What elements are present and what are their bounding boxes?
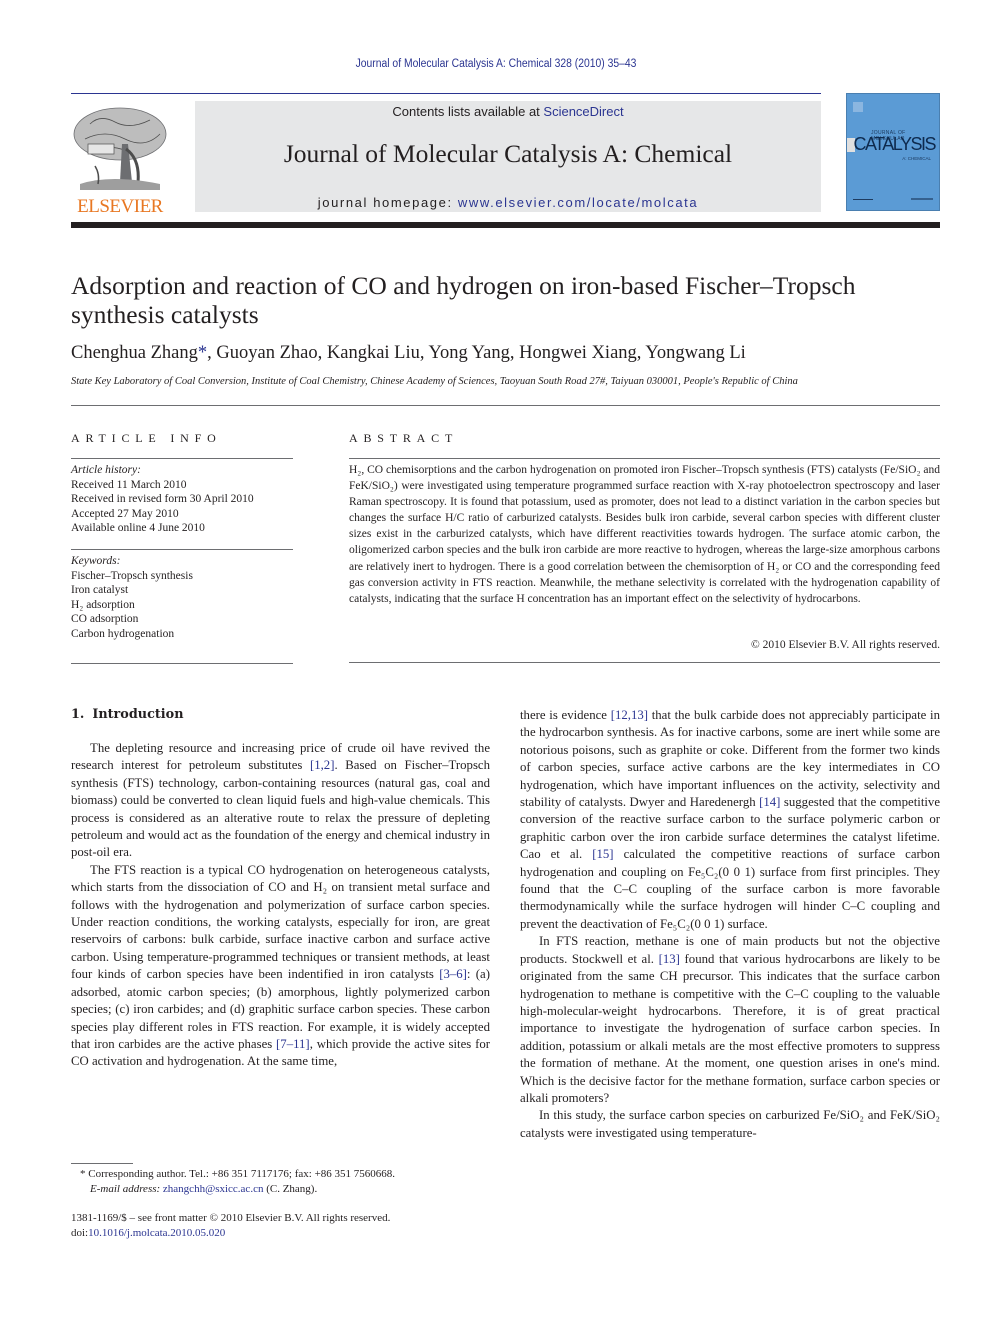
author-name[interactable]: Hongwei Xiang bbox=[519, 343, 637, 363]
divider bbox=[71, 458, 293, 459]
cover-subtitle: A: CHEMICAL bbox=[902, 156, 931, 161]
divider bbox=[71, 663, 293, 664]
author-name[interactable]: Yongwang Li bbox=[645, 343, 745, 363]
author-name[interactable]: Kangkai Liu bbox=[327, 343, 420, 363]
divider bbox=[349, 662, 940, 663]
abstract-copyright: © 2010 Elsevier B.V. All rights reserved… bbox=[751, 639, 940, 651]
body-paragraph: there is evidence [12,13] that the bulk … bbox=[520, 708, 941, 931]
author-name[interactable]: Guoyan Zhao bbox=[216, 343, 317, 363]
contents-prefix: Contents lists available at bbox=[392, 104, 544, 119]
keyword: Iron catalyst bbox=[71, 584, 129, 596]
contents-line: Contents lists available at ScienceDirec… bbox=[195, 104, 821, 119]
body-paragraph: In FTS reaction, methane is one of main … bbox=[520, 934, 941, 1105]
footnote-rule bbox=[71, 1163, 133, 1164]
section-heading-introduction: 1. Introduction bbox=[71, 707, 184, 722]
journal-cover-thumbnail[interactable]: JOURNAL OF MOLECULAR CATALYSIS A: CHEMIC… bbox=[846, 93, 940, 211]
footnote-mark: * bbox=[80, 1168, 86, 1180]
divider bbox=[71, 405, 940, 406]
article-info-heading: ARTICLE INFO bbox=[71, 431, 222, 445]
abstract-text: H₂, CO chemisorptions and the carbon hyd… bbox=[349, 464, 940, 605]
history-item: Received 11 March 2010 bbox=[71, 478, 187, 491]
email-suffix: (C. Zhang). bbox=[263, 1183, 318, 1195]
issn-line: 1381-1169/$ – see front matter © 2010 El… bbox=[71, 1212, 391, 1224]
section-title: Introduction bbox=[92, 707, 184, 722]
history-item: Accepted 27 May 2010 bbox=[71, 507, 179, 520]
cover-logo-icon bbox=[853, 102, 863, 112]
divider bbox=[349, 458, 940, 459]
header-rule bbox=[71, 93, 821, 94]
email-label: E-mail address: bbox=[90, 1183, 161, 1195]
corresponding-author-footnote: * Corresponding author. Tel.: +86 351 71… bbox=[80, 1167, 500, 1197]
sciencedirect-link[interactable]: ScienceDirect bbox=[543, 104, 623, 119]
abstract-heading: ABSTRACT bbox=[349, 431, 459, 445]
footnote-line: * Corresponding author. Tel.: +86 351 71… bbox=[80, 1167, 500, 1182]
body-paragraph: In this study, the surface carbon specie… bbox=[520, 1108, 940, 1140]
author-name[interactable]: Yong Yang bbox=[428, 343, 509, 363]
journal-name: Journal of Molecular Catalysis A: Chemic… bbox=[283, 139, 733, 168]
author-name[interactable]: Chenghua Zhang bbox=[71, 343, 198, 363]
affiliation: State Key Laboratory of Coal Conversion,… bbox=[71, 376, 798, 387]
keyword: CO adsorption bbox=[71, 613, 139, 625]
front-matter: 1381-1169/$ – see front matter © 2010 El… bbox=[71, 1211, 491, 1241]
body-column-left: The depleting resource and increasing pr… bbox=[71, 740, 490, 1071]
elsevier-wordmark: ELSEVIER bbox=[77, 196, 163, 217]
body-column-right: there is evidence [12,13] that the bulk … bbox=[520, 707, 940, 1142]
homepage-line: journal homepage: www.elsevier.com/locat… bbox=[195, 195, 821, 210]
keywords-label: Keywords: bbox=[71, 555, 121, 567]
email-link[interactable]: zhangchh@sxicc.ac.cn bbox=[163, 1183, 264, 1195]
doi-label: doi: bbox=[71, 1227, 89, 1239]
homepage-link[interactable]: www.elsevier.com/locate/molcata bbox=[458, 195, 698, 210]
article-history: Article history: Received 11 March 2010 … bbox=[71, 463, 293, 536]
corresponding-author-mark[interactable]: * bbox=[198, 343, 207, 363]
keyword: Fischer–Tropsch synthesis bbox=[71, 569, 193, 582]
citation-link[interactable]: [12,13] bbox=[611, 708, 648, 722]
citation-link[interactable]: [14] bbox=[759, 795, 780, 809]
homepage-prefix: journal homepage: bbox=[317, 195, 458, 210]
citation-link[interactable]: [7–11] bbox=[276, 1037, 310, 1051]
running-head[interactable]: Journal of Molecular Catalysis A: Chemic… bbox=[50, 58, 943, 70]
footnote-email-line: E-mail address: zhangchh@sxicc.ac.cn (C.… bbox=[80, 1182, 500, 1197]
elsevier-tree-icon bbox=[73, 107, 167, 190]
citation-link[interactable]: [13] bbox=[659, 952, 680, 966]
author-list: Chenghua Zhang*, Guoyan Zhao, Kangkai Li… bbox=[71, 343, 746, 363]
footnote-contact: Corresponding author. Tel.: +86 351 7117… bbox=[88, 1168, 396, 1180]
history-label: Article history: bbox=[71, 464, 141, 476]
article-title: Adsorption and reaction of CO and hydrog… bbox=[71, 271, 856, 329]
keywords: Keywords: Fischer–Tropsch synthesis Iron… bbox=[71, 554, 293, 641]
citation-link[interactable]: [1,2] bbox=[310, 758, 335, 772]
history-item: Available online 4 June 2010 bbox=[71, 522, 205, 534]
journal-masthead: Contents lists available at ScienceDirec… bbox=[195, 101, 821, 212]
citation-link[interactable]: [3–6] bbox=[439, 967, 467, 981]
cover-footer-line bbox=[853, 199, 873, 200]
keyword: H₂ adsorption bbox=[71, 598, 135, 611]
doi-line: doi:10.1016/j.molcata.2010.05.020 bbox=[71, 1226, 491, 1241]
masthead-thick-rule bbox=[71, 222, 940, 228]
keyword: Carbon hydrogenation bbox=[71, 627, 175, 640]
citation-link[interactable]: [15] bbox=[592, 847, 613, 861]
body-paragraph: The depleting resource and increasing pr… bbox=[71, 741, 491, 860]
history-item: Received in revised form 30 April 2010 bbox=[71, 493, 254, 505]
section-number: 1. bbox=[71, 707, 85, 722]
cover-footer-signature bbox=[911, 198, 933, 200]
body-paragraph: The FTS reaction is a typical CO hydroge… bbox=[71, 862, 490, 1069]
doi-link[interactable]: 10.1016/j.molcata.2010.05.020 bbox=[88, 1227, 225, 1239]
divider bbox=[71, 549, 293, 550]
cover-title: CATALYSIS bbox=[853, 134, 936, 154]
elsevier-logo[interactable]: ELSEVIER bbox=[70, 104, 170, 217]
